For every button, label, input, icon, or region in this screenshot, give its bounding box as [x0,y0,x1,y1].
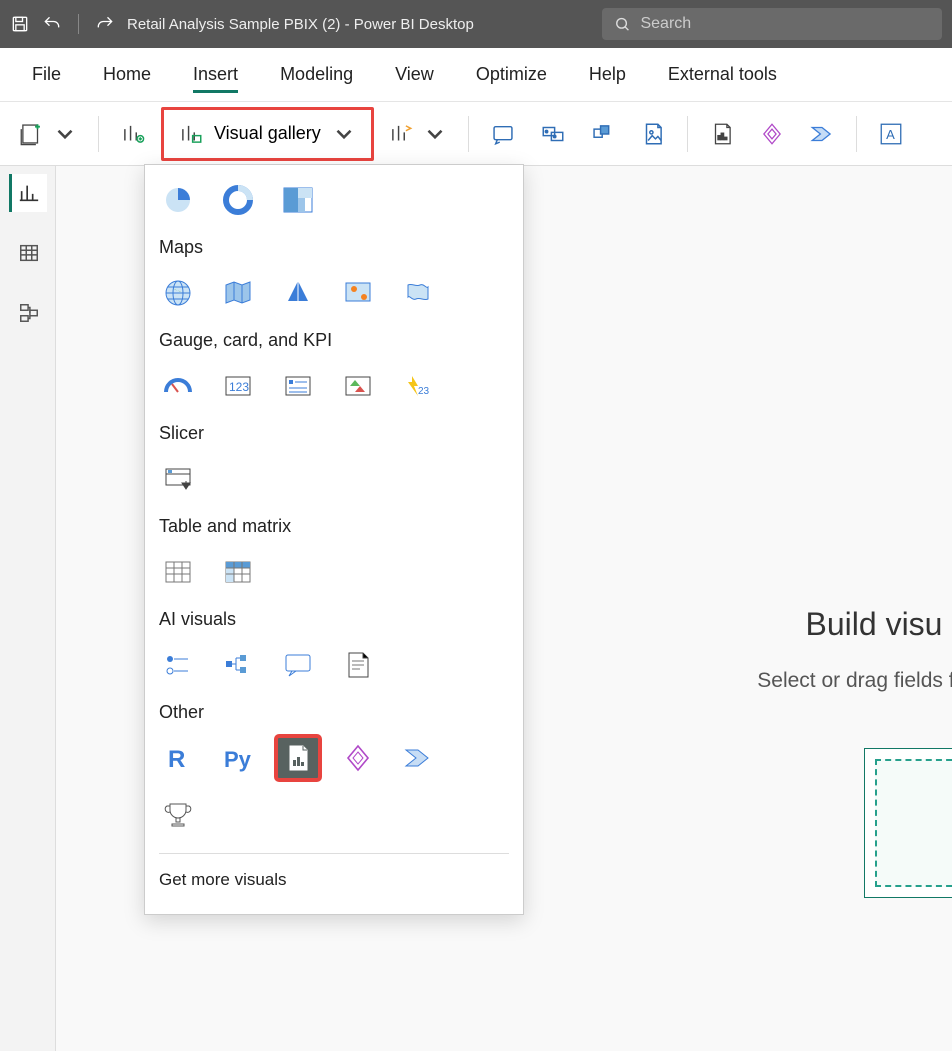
visual-gallery-popup: Maps Gauge, card, and KPI 123 23 [144,164,524,915]
qat-separator [78,14,79,34]
python-visual-icon[interactable]: Py [217,737,259,779]
menu-file[interactable]: File [14,52,79,97]
visual-placeholder-inner [875,759,952,887]
chevron-down-icon [331,121,357,147]
menu-external-tools[interactable]: External tools [650,52,795,97]
power-automate-button[interactable] [800,112,844,156]
toolbar-separator [856,116,857,152]
visual-gallery-label: Visual gallery [214,123,321,144]
svg-text:123: 123 [229,380,249,394]
more-visuals-button[interactable] [380,112,456,156]
menu-optimize[interactable]: Optimize [458,52,565,97]
category-ai: AI visuals [159,609,509,630]
azure-map-icon[interactable] [277,272,319,314]
shape-map-icon[interactable] [397,272,439,314]
sparkline-button[interactable]: A [869,112,913,156]
smart-narrative-icon[interactable] [337,644,379,686]
titlebar: Retail Analysis Sample PBIX (2) - Power … [0,0,952,48]
kpi-icon[interactable] [337,365,379,407]
filled-map-icon[interactable] [217,272,259,314]
matrix-icon[interactable] [217,551,259,593]
menu-help[interactable]: Help [571,52,644,97]
r-script-visual-icon[interactable]: R [157,737,199,779]
power-apps-button[interactable] [750,112,794,156]
visual-gallery-highlight: Visual gallery [161,107,374,161]
new-visual-button[interactable] [111,112,155,156]
table-icon[interactable] [157,551,199,593]
visual-placeholder[interactable] [864,748,952,898]
view-rail [0,166,56,1051]
power-automate-visual-icon[interactable] [397,737,439,779]
canvas-placeholder-text: Build visu Select or drag fields from [674,606,952,693]
qna-icon[interactable] [277,644,319,686]
svg-text:R: R [168,746,185,773]
svg-text:23: 23 [418,386,430,397]
quick-access-toolbar [10,14,115,34]
category-table: Table and matrix [159,516,509,537]
table-view-button[interactable] [9,234,47,272]
paginated-report-button[interactable] [700,112,744,156]
search-box[interactable] [602,8,942,40]
menu-modeling[interactable]: Modeling [262,52,371,97]
text-box-button[interactable] [481,112,525,156]
card-icon[interactable]: 123 [217,365,259,407]
multi-row-card-icon[interactable] [277,365,319,407]
key-influencers-icon[interactable] [157,644,199,686]
new-page-button[interactable] [10,112,86,156]
treemap-icon[interactable] [277,179,319,221]
search-icon [614,15,630,33]
category-gauge: Gauge, card, and KPI [159,330,509,351]
paginated-report-visual-icon[interactable] [277,737,319,779]
donut-chart-icon[interactable] [217,179,259,221]
gauge-icon[interactable] [157,365,199,407]
redo-icon[interactable] [95,14,115,34]
gallery-divider [159,853,509,854]
menu-view[interactable]: View [377,52,452,97]
search-input[interactable] [640,15,930,33]
window-title: Retail Analysis Sample PBIX (2) - Power … [127,16,474,33]
category-slicer: Slicer [159,423,509,444]
category-maps: Maps [159,237,509,258]
undo-icon[interactable] [42,14,62,34]
category-other: Other [159,702,509,723]
canvas-heading: Build visu [674,606,952,643]
menu-insert[interactable]: Insert [175,52,256,97]
arcgis-map-icon[interactable] [337,272,379,314]
visual-gallery-button[interactable]: Visual gallery [166,112,369,156]
kpi-card-icon[interactable]: 23 [397,365,439,407]
model-view-button[interactable] [9,294,47,332]
image-button[interactable] [631,112,675,156]
toolbar-separator [468,116,469,152]
slicer-icon[interactable] [157,458,199,500]
canvas-subtext: Select or drag fields from [674,669,952,693]
pie-chart-icon[interactable] [157,179,199,221]
svg-text:Py: Py [224,747,252,772]
trophy-visual-icon[interactable] [157,793,199,835]
canvas[interactable]: Maps Gauge, card, and KPI 123 23 [56,166,952,1051]
menu-bar: File Home Insert Modeling View Optimize … [0,48,952,102]
decomposition-tree-icon[interactable] [217,644,259,686]
content-area: Maps Gauge, card, and KPI 123 23 [0,166,952,1051]
toolbar-separator [687,116,688,152]
toolbar-separator [98,116,99,152]
get-more-visuals-link[interactable]: Get more visuals [155,866,513,894]
report-view-button[interactable] [9,174,47,212]
power-apps-visual-icon[interactable] [337,737,379,779]
save-icon[interactable] [10,14,30,34]
map-icon[interactable] [157,272,199,314]
svg-text:A: A [886,126,895,141]
ribbon-toolbar: Visual gallery A [0,102,952,166]
shapes-button[interactable] [581,112,625,156]
menu-home[interactable]: Home [85,52,169,97]
buttons-button[interactable] [531,112,575,156]
